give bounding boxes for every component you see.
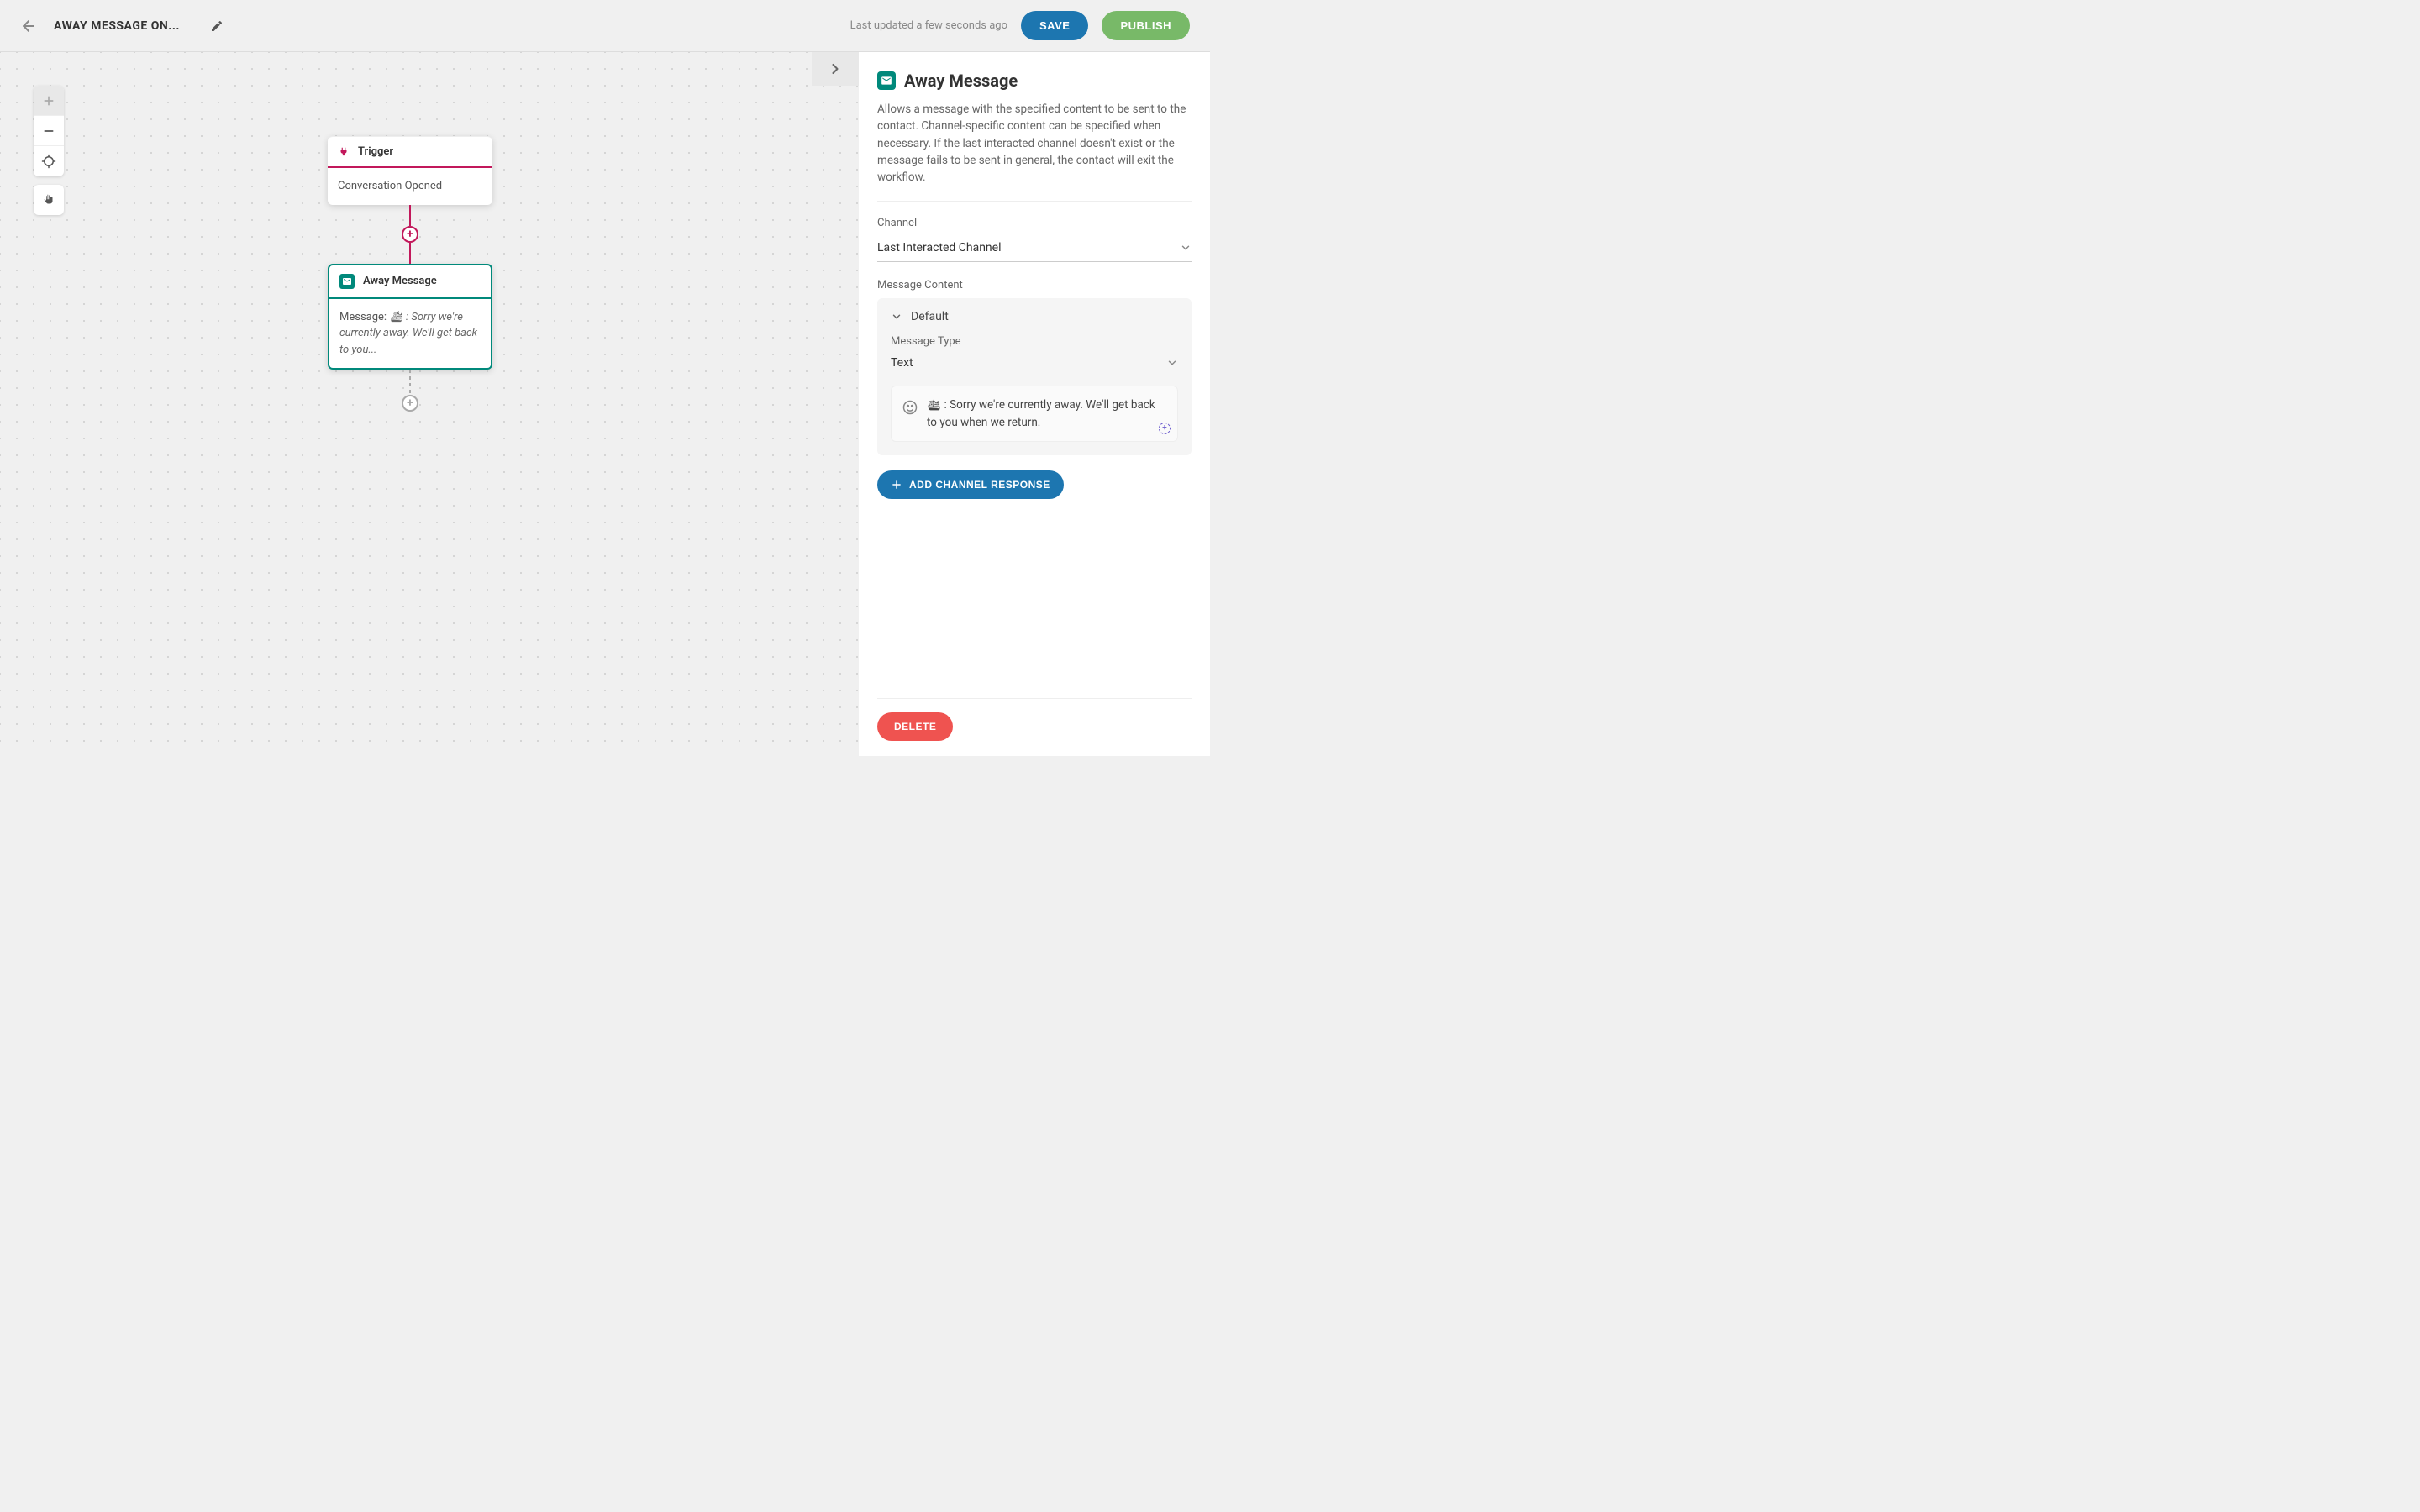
trigger-node[interactable]: Trigger Conversation Opened (328, 136, 492, 205)
mail-icon (877, 71, 896, 90)
message-text: 🛳 : Sorry we're currently away. We'll ge… (927, 396, 1167, 431)
header-right: Last updated a few seconds ago SAVE PUBL… (850, 11, 1190, 40)
channel-value: Last Interacted Channel (877, 241, 1002, 255)
recenter-button[interactable] (34, 146, 64, 176)
app-header: AWAY MESSAGE ON... Last updated a few se… (0, 0, 1210, 52)
add-channel-label: ADD CHANNEL RESPONSE (909, 479, 1050, 491)
away-message-node[interactable]: Away Message Message: 🛳 : Sorry we're cu… (328, 264, 492, 370)
workflow-title: AWAY MESSAGE ON... (54, 19, 180, 33)
last-updated-text: Last updated a few seconds ago (850, 19, 1007, 32)
trigger-node-header: Trigger (328, 137, 492, 168)
emoji-picker-button[interactable] (902, 399, 918, 416)
header-left: AWAY MESSAGE ON... (20, 18, 224, 34)
canvas-controls (34, 86, 64, 215)
chevron-down-icon (1180, 242, 1192, 254)
zoom-out-button[interactable] (34, 116, 64, 146)
trigger-node-title: Trigger (358, 145, 393, 158)
mail-icon (339, 274, 355, 289)
add-step-end-button[interactable]: + (402, 395, 418, 412)
collapse-sidebar-button[interactable] (812, 52, 859, 86)
connector-line (409, 243, 411, 264)
properties-sidebar: Away Message Allows a message with the s… (859, 52, 1210, 756)
message-content-label: Message Content (877, 279, 1192, 291)
sidebar-title: Away Message (904, 71, 1018, 91)
connector-line-dashed (409, 370, 411, 395)
sidebar-description: Allows a message with the specified cont… (877, 101, 1192, 202)
channel-label: Channel (877, 217, 1192, 229)
connector-line (409, 205, 411, 226)
back-button[interactable] (20, 18, 37, 34)
default-label: Default (911, 310, 949, 323)
message-type-label: Message Type (891, 335, 1178, 348)
away-body-prefix: Message: (339, 311, 389, 323)
workflow-canvas[interactable]: Trigger Conversation Opened + Away Messa… (0, 52, 859, 756)
away-node-title: Away Message (363, 275, 437, 287)
sidebar-header: Away Message (877, 71, 1192, 91)
message-content-input[interactable]: 🛳 : Sorry we're currently away. We'll ge… (891, 386, 1178, 442)
message-type-row: Message Type Text (891, 335, 1178, 375)
chevron-down-icon (891, 311, 902, 323)
workflow-nodes: Trigger Conversation Opened + Away Messa… (328, 136, 492, 412)
main-area: Trigger Conversation Opened + Away Messa… (0, 52, 1210, 756)
chevron-down-icon (1166, 357, 1178, 369)
message-type-value: Text (891, 356, 913, 370)
pan-button[interactable] (34, 185, 64, 215)
delete-button[interactable]: DELETE (877, 712, 953, 741)
away-node-body: Message: 🛳 : Sorry we're currently away.… (329, 299, 491, 369)
zoom-controls (34, 86, 64, 176)
connector-end: + (328, 370, 492, 412)
accordion-body: Message Type Text 🛳 : Sorry we're curren… (877, 335, 1192, 455)
away-node-header: Away Message (329, 265, 491, 299)
zoom-in-button (34, 86, 64, 116)
connector: + (328, 205, 492, 264)
publish-button[interactable]: PUBLISH (1102, 11, 1190, 40)
edit-title-button[interactable] (210, 19, 224, 33)
add-channel-response-button[interactable]: ADD CHANNEL RESPONSE (877, 470, 1064, 499)
add-step-button[interactable]: + (402, 226, 418, 243)
plug-icon (338, 146, 350, 158)
sidebar-footer: DELETE (877, 698, 1192, 741)
add-variable-button[interactable]: + (1159, 423, 1171, 434)
accordion-toggle[interactable]: Default (877, 298, 1192, 335)
message-type-select[interactable]: Text (891, 351, 1178, 375)
save-button[interactable]: SAVE (1021, 11, 1088, 40)
default-message-accordion: Default Message Type Text 🛳 (877, 298, 1192, 455)
away-body-emoji: 🛳 (389, 311, 403, 323)
trigger-node-body: Conversation Opened (328, 168, 492, 205)
channel-select[interactable]: Last Interacted Channel (877, 236, 1192, 262)
